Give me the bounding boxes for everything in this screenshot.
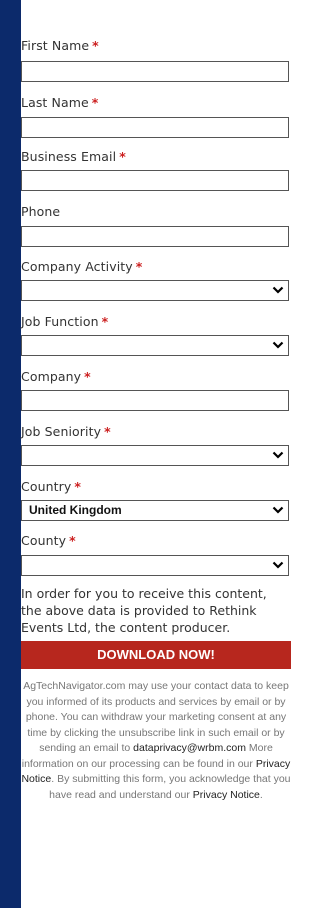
required-marker: * xyxy=(119,149,126,164)
job-function-select[interactable] xyxy=(21,335,289,356)
business-email-label-text: Business Email xyxy=(21,149,117,164)
chevron-down-icon xyxy=(272,451,284,459)
job-function-label-text: Job Function xyxy=(21,314,99,329)
country-label: Country * xyxy=(21,479,81,494)
company-label-text: Company xyxy=(21,369,82,384)
company-activity-label-text: Company Activity xyxy=(21,259,133,274)
download-now-button[interactable]: DOWNLOAD NOW! xyxy=(21,641,291,669)
privacy-email-link[interactable]: dataprivacy@wrbm.com xyxy=(133,742,246,754)
legal-text-part: . xyxy=(259,788,263,801)
job-seniority-select[interactable] xyxy=(21,445,289,466)
business-email-label: Business Email * xyxy=(21,149,126,164)
company-input[interactable] xyxy=(21,390,289,411)
company-label: Company * xyxy=(21,369,91,384)
phone-label: Phone xyxy=(21,204,60,219)
county-label: County * xyxy=(21,533,76,548)
first-name-input[interactable] xyxy=(21,61,289,82)
country-value: United Kingdom xyxy=(29,503,122,517)
country-select[interactable]: United Kingdom xyxy=(21,500,289,521)
required-marker: * xyxy=(101,314,109,329)
phone-input[interactable] xyxy=(21,226,289,247)
phone-label-text: Phone xyxy=(21,204,61,219)
job-function-label: Job Function * xyxy=(21,314,108,329)
required-marker: * xyxy=(135,259,143,274)
chevron-down-icon xyxy=(272,561,284,569)
business-email-input[interactable] xyxy=(21,170,289,191)
company-activity-label: Company Activity * xyxy=(21,259,142,274)
required-marker: * xyxy=(104,424,111,439)
county-label-text: County xyxy=(21,533,67,548)
privacy-notice-link[interactable]: Privacy Notice xyxy=(193,789,260,801)
last-name-label-text: Last Name xyxy=(21,95,89,110)
first-name-label-text: First Name xyxy=(21,38,90,53)
required-marker: * xyxy=(84,369,91,384)
required-marker: * xyxy=(74,479,81,494)
country-label-text: Country xyxy=(21,479,72,494)
last-name-input[interactable] xyxy=(21,117,289,138)
chevron-down-icon xyxy=(272,506,284,514)
legal-text: AgTechNavigator.com may use your contact… xyxy=(21,679,291,803)
last-name-label: Last Name * xyxy=(21,95,98,110)
required-marker: * xyxy=(69,533,76,548)
chevron-down-icon xyxy=(272,341,284,349)
chevron-down-icon xyxy=(272,286,284,294)
required-marker: * xyxy=(92,38,99,53)
county-select[interactable] xyxy=(21,555,289,576)
first-name-label: First Name * xyxy=(21,38,99,53)
job-seniority-label: Job Seniority * xyxy=(21,424,111,439)
job-seniority-label-text: Job Seniority xyxy=(21,424,102,439)
required-marker: * xyxy=(91,95,99,110)
data-sharing-notice: In order for you to receive this content… xyxy=(21,586,267,635)
company-activity-select[interactable] xyxy=(21,280,289,301)
